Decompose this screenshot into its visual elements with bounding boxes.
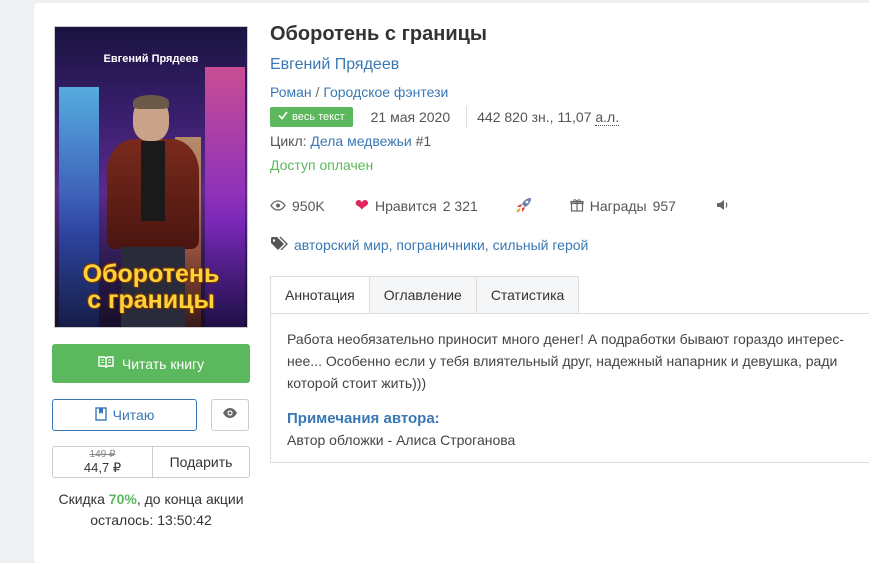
eye-icon bbox=[270, 198, 286, 214]
book-title: Оборотень с границы bbox=[270, 23, 488, 45]
author-notes-title: Примечания автора: bbox=[287, 410, 440, 427]
gift-icon bbox=[570, 198, 584, 215]
watch-button[interactable] bbox=[211, 399, 249, 431]
status-badge: весь текст bbox=[270, 107, 353, 127]
gift-button[interactable]: Подарить bbox=[153, 447, 249, 477]
read-book-label: Читать книгу bbox=[121, 355, 205, 372]
stats-row: 950K ❤ Нравится 2 321 Награды 957 bbox=[270, 196, 730, 216]
tag-icon bbox=[270, 236, 288, 253]
cycle-link[interactable]: Дела медвежьи bbox=[310, 133, 411, 149]
speaker-icon bbox=[716, 198, 730, 214]
genre-link[interactable]: Роман bbox=[270, 84, 312, 100]
tab-bar: Аннотация Оглавление Статистика bbox=[270, 276, 580, 314]
cycle: Цикл: Дела медвежьи #1 bbox=[270, 133, 432, 149]
price-box: 149 ₽ 44,7 ₽ Подарить bbox=[52, 446, 250, 478]
book-size: 442 820 зн., 11,07 а.л. bbox=[477, 109, 620, 126]
tab-panel: Работа необязательно приносит много дене… bbox=[270, 313, 869, 463]
discount-info: Скидка 70%, до конца акции осталось: 13:… bbox=[58, 491, 244, 528]
heart-icon: ❤ bbox=[354, 196, 369, 215]
cover-title: Оборотень с границы bbox=[82, 260, 220, 314]
divider bbox=[466, 106, 468, 128]
check-icon bbox=[278, 111, 288, 123]
tags: авторский мир, пограничники, сильный гер… bbox=[270, 236, 588, 253]
reading-button[interactable]: Читаю bbox=[52, 399, 197, 431]
rocket-icon bbox=[514, 195, 534, 218]
book-open-icon bbox=[98, 355, 114, 372]
views-stat: 950K bbox=[270, 198, 325, 214]
price: 149 ₽ 44,7 ₽ bbox=[53, 447, 153, 477]
discount-percent: 70% bbox=[108, 491, 137, 507]
book-cover[interactable]: Евгений Прядеев Оборотень с границы bbox=[54, 26, 248, 328]
annotation-text: Работа необязательно приносит много дене… bbox=[287, 331, 845, 391]
bookmark-book-icon bbox=[94, 406, 107, 424]
discount-timer: осталось: 13:50:42 bbox=[90, 512, 212, 528]
publish-date: 21 мая 2020 bbox=[370, 109, 451, 125]
cover-author: Евгений Прядеев bbox=[103, 53, 199, 65]
tab-contents[interactable]: Оглавление bbox=[369, 276, 477, 314]
awards-stat[interactable]: Награды 957 bbox=[570, 198, 676, 215]
new-price: 44,7 ₽ bbox=[83, 460, 122, 475]
meta-row: весь текст 21 мая 2020 442 820 зн., 11,0… bbox=[270, 106, 620, 128]
likes-stat[interactable]: ❤ Нравится 2 321 bbox=[355, 196, 478, 216]
old-price: 149 ₽ bbox=[89, 449, 116, 460]
access-status: Доступ оплачен bbox=[270, 157, 374, 173]
audio-button[interactable] bbox=[716, 198, 730, 214]
tag-links[interactable]: авторский мир, пограничники, сильный гер… bbox=[294, 237, 588, 253]
author-notes-text: Автор обложки - Алиса Строганова bbox=[287, 432, 516, 448]
tab-annotation[interactable]: Аннотация bbox=[270, 276, 370, 314]
genre-link[interactable]: Городское фэнтези bbox=[323, 84, 448, 100]
eye-icon bbox=[222, 406, 238, 424]
author-link[interactable]: Евгений Прядеев bbox=[270, 56, 399, 74]
reading-label: Читаю bbox=[112, 407, 155, 423]
genres: Роман / Городское фэнтези bbox=[270, 84, 449, 100]
size-unit[interactable]: а.л. bbox=[595, 109, 620, 126]
rocket-button[interactable] bbox=[514, 195, 534, 218]
tab-statistics[interactable]: Статистика bbox=[476, 276, 580, 314]
read-book-button[interactable]: Читать книгу bbox=[52, 344, 250, 383]
